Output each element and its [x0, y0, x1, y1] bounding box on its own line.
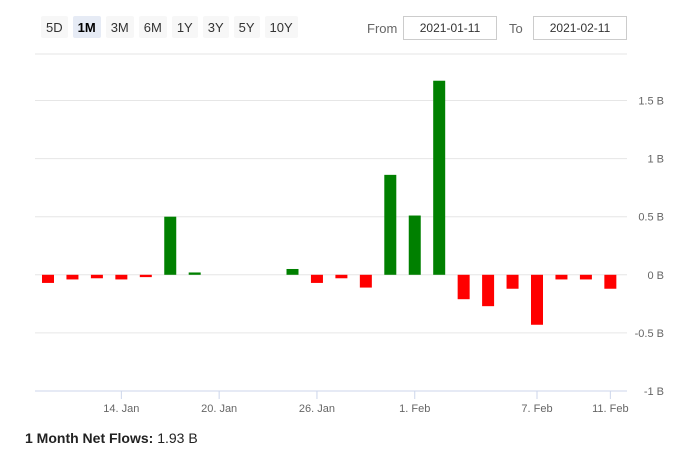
bar	[188, 272, 201, 275]
y-tick-label: -1 B	[644, 386, 664, 398]
bar	[66, 274, 79, 280]
summary-label: 1 Month Net Flows:	[25, 430, 154, 446]
summary-value: 1.93 B	[157, 430, 198, 446]
bar	[286, 268, 299, 275]
x-tick-label: 26. Jan	[299, 403, 335, 415]
bar	[579, 274, 592, 280]
bar	[531, 274, 543, 325]
bar	[506, 274, 519, 289]
y-tick-label: 1 B	[647, 154, 664, 166]
x-tick-label: 20. Jan	[201, 403, 237, 415]
bar	[335, 274, 348, 279]
y-tick-label: 0 B	[647, 270, 664, 282]
bar	[359, 274, 372, 288]
bar	[139, 274, 152, 278]
bar	[90, 274, 103, 279]
net-flows-chart: 1.5 B 1 B 0.5 B 0 B -0.5 B -1 B 14. Jan 20. Jan…	[35, 53, 664, 415]
bar	[408, 215, 421, 275]
bar	[384, 174, 397, 275]
bar	[457, 274, 470, 300]
x-tick-label: 14. Jan	[103, 403, 139, 415]
net-flows-summary: 1 Month Net Flows: 1.93 B	[25, 430, 198, 446]
bar	[555, 274, 568, 280]
y-tick-label: 1.5 B	[638, 95, 664, 107]
bar	[604, 274, 617, 289]
bar	[482, 274, 495, 307]
bar	[164, 216, 177, 275]
x-tick-label: 7. Feb	[521, 403, 552, 415]
x-tick-label: 11. Feb	[592, 403, 629, 415]
x-tick-label: 1. Feb	[399, 403, 430, 415]
y-tick-label: 0.5 B	[638, 212, 664, 224]
y-tick-label: -0.5 B	[635, 328, 664, 340]
bar	[42, 274, 54, 283]
bar	[433, 80, 446, 275]
bar	[310, 274, 323, 283]
bar	[115, 274, 128, 280]
